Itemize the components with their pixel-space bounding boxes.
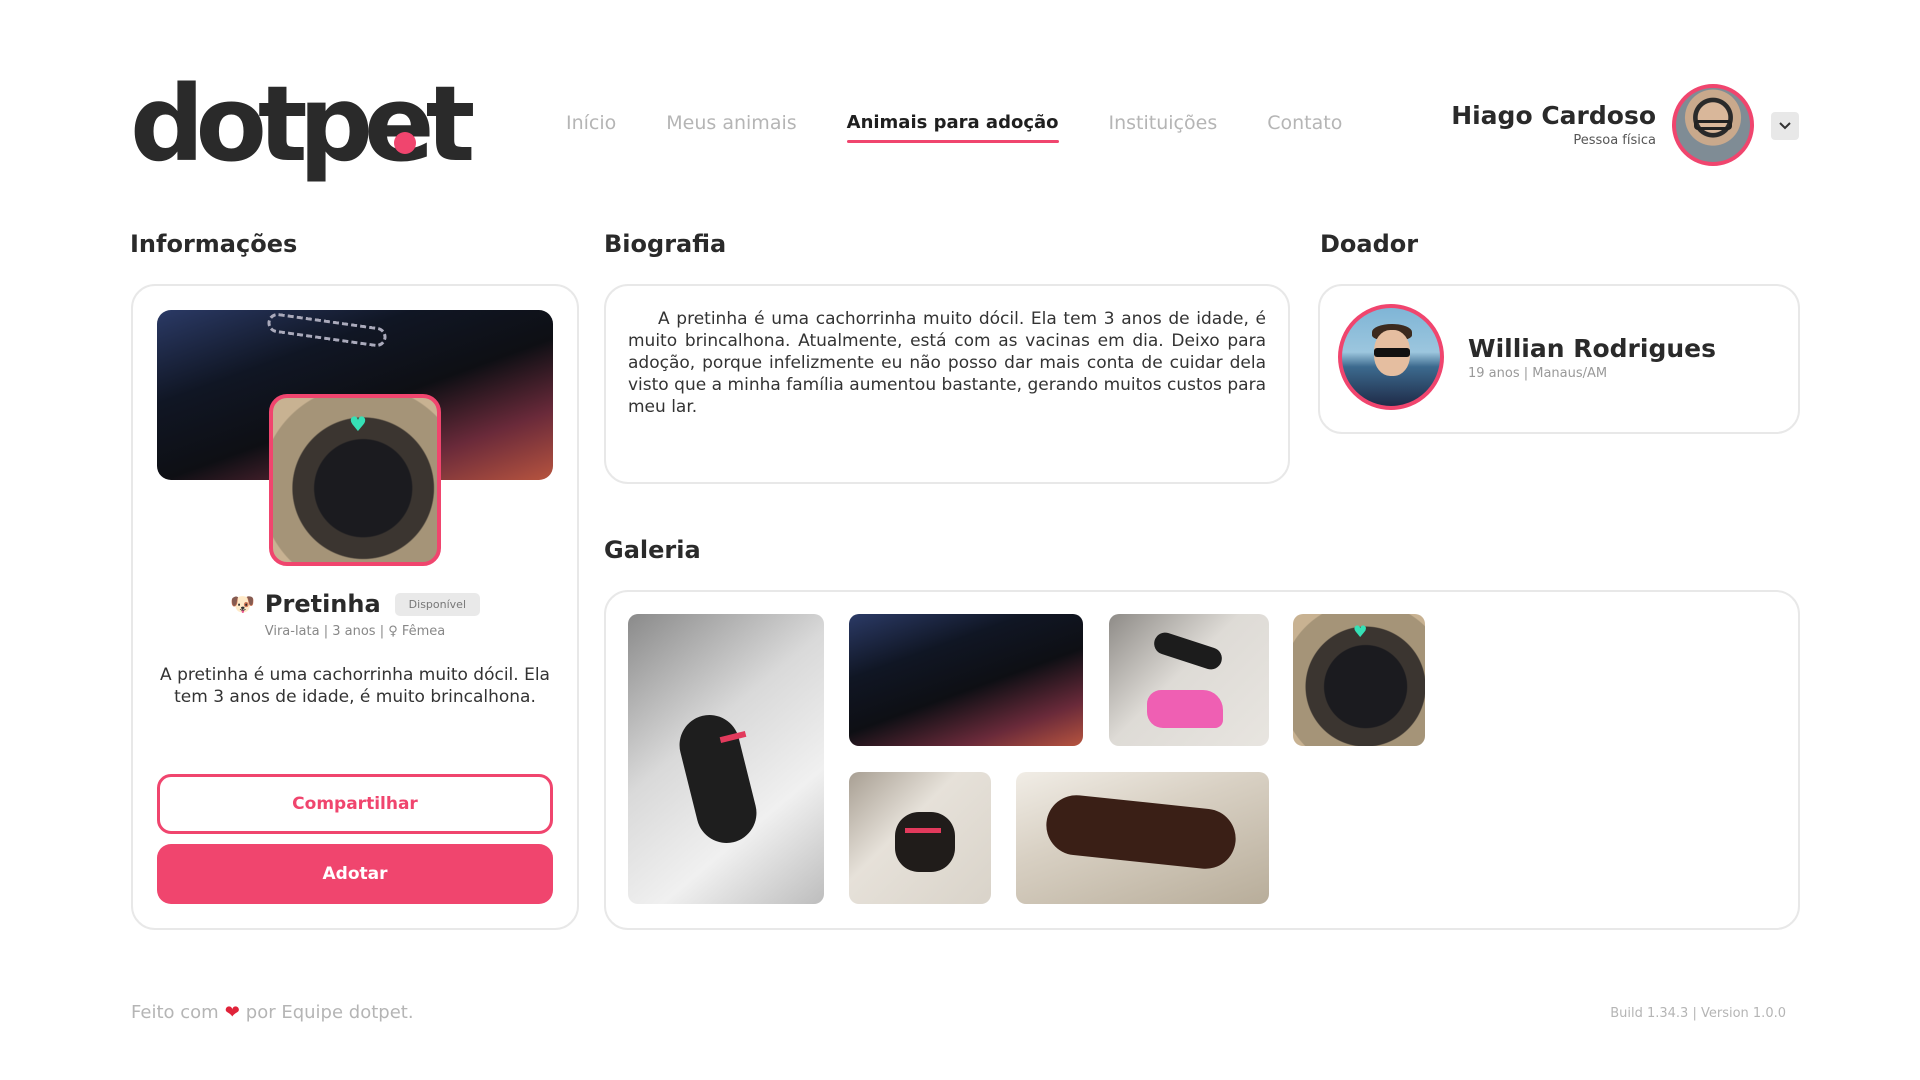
cloth-shape: [1147, 690, 1223, 728]
gallery-photo-6[interactable]: [1016, 772, 1269, 904]
donor-avatar: [1338, 304, 1444, 410]
nav-item-meus-animais[interactable]: Meus animais: [666, 112, 796, 134]
nav-item-contato[interactable]: Contato: [1267, 112, 1342, 134]
donor-card[interactable]: Willian Rodrigues 19 anos | Manaus/AM: [1318, 284, 1800, 434]
user-type: Pessoa física: [1573, 133, 1656, 148]
heart-icon: ❤: [224, 1002, 240, 1023]
pet-name-row: 🐶 Pretinha Disponível: [133, 590, 577, 618]
footer-credit: Feito com ❤ por Equipe dotpet.: [131, 1002, 414, 1023]
dog-shape: [1151, 629, 1225, 673]
dotpet-logo[interactable]: dotpet: [130, 72, 475, 176]
pet-description: A pretinha é uma cachorrinha muito dócil…: [160, 665, 550, 707]
dog-shape: [1043, 792, 1239, 872]
dog-shape: [895, 812, 955, 872]
gallery-photo-3[interactable]: [1109, 614, 1269, 746]
adopt-button[interactable]: Adotar: [157, 844, 553, 904]
build-version: Build 1.34.3 | Version 1.0.0: [1610, 1006, 1786, 1021]
heart-icon: ♥: [1353, 622, 1368, 641]
status-badge: Disponível: [394, 592, 481, 616]
collar-detail: [266, 311, 388, 349]
heart-icon: ♥: [349, 412, 367, 436]
footer-suffix: por Equipe dotpet.: [245, 1002, 414, 1023]
main-nav: Início Meus animais Animais para adoção …: [566, 112, 1392, 143]
share-button[interactable]: Compartilhar: [157, 774, 553, 834]
gallery-photo-4[interactable]: ♥: [1293, 614, 1425, 746]
dog-icon: 🐶: [229, 592, 255, 616]
gallery-photo-5[interactable]: [849, 772, 991, 904]
nav-item-animais-para-adocao[interactable]: Animais para adoção: [846, 112, 1059, 143]
nav-item-inicio[interactable]: Início: [566, 112, 616, 134]
info-section-title: Informações: [130, 230, 298, 258]
dog-shape: [673, 708, 763, 850]
pet-meta: Vira-lata | 3 anos | ♀ Fêmea: [264, 624, 446, 639]
bio-card: A pretinha é uma cachorrinha muito dócil…: [604, 284, 1290, 484]
bio-text: A pretinha é uma cachorrinha muito dócil…: [628, 309, 1266, 417]
user-name: Hiago Cardoso: [1451, 101, 1656, 130]
logo-text: dotpet: [130, 63, 475, 185]
logo-dot: [394, 132, 416, 154]
donor-meta: 19 anos | Manaus/AM: [1468, 366, 1608, 381]
nav-item-instituicoes[interactable]: Instituições: [1109, 112, 1218, 134]
gallery-photo-1[interactable]: [628, 614, 824, 904]
gallery-photo-2[interactable]: [849, 614, 1083, 746]
donor-section-title: Doador: [1320, 230, 1419, 258]
gallery-card: ♥: [604, 590, 1800, 930]
bio-section-title: Biografia: [604, 230, 727, 258]
pet-info-card: ♥ 🐶 Pretinha Disponível Vira-lata | 3 an…: [131, 284, 579, 930]
user-avatar[interactable]: [1672, 84, 1754, 166]
pet-name: Pretinha: [264, 590, 381, 618]
donor-name: Willian Rodrigues: [1468, 334, 1716, 363]
glasses-detail: [1694, 120, 1732, 130]
gallery-section-title: Galeria: [604, 536, 701, 564]
footer-prefix: Feito com: [131, 1002, 219, 1023]
user-menu-button[interactable]: [1771, 112, 1799, 140]
collar-band: [905, 828, 941, 833]
pet-profile-photo: ♥: [269, 394, 441, 566]
sunglasses-detail: [1374, 348, 1410, 357]
chevron-down-icon: [1779, 122, 1791, 130]
